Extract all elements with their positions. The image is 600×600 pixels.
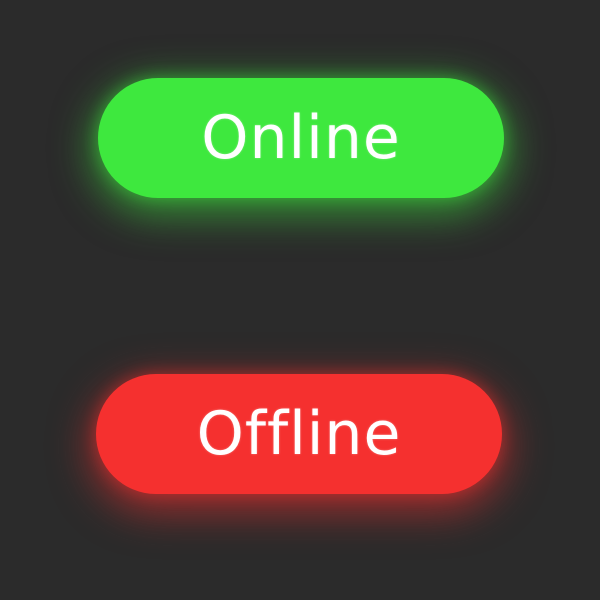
online-status-label: Online [201,103,401,173]
offline-status-label: Offline [196,399,402,469]
offline-status-button[interactable]: Offline [96,374,502,494]
online-status-button[interactable]: Online [98,78,504,198]
